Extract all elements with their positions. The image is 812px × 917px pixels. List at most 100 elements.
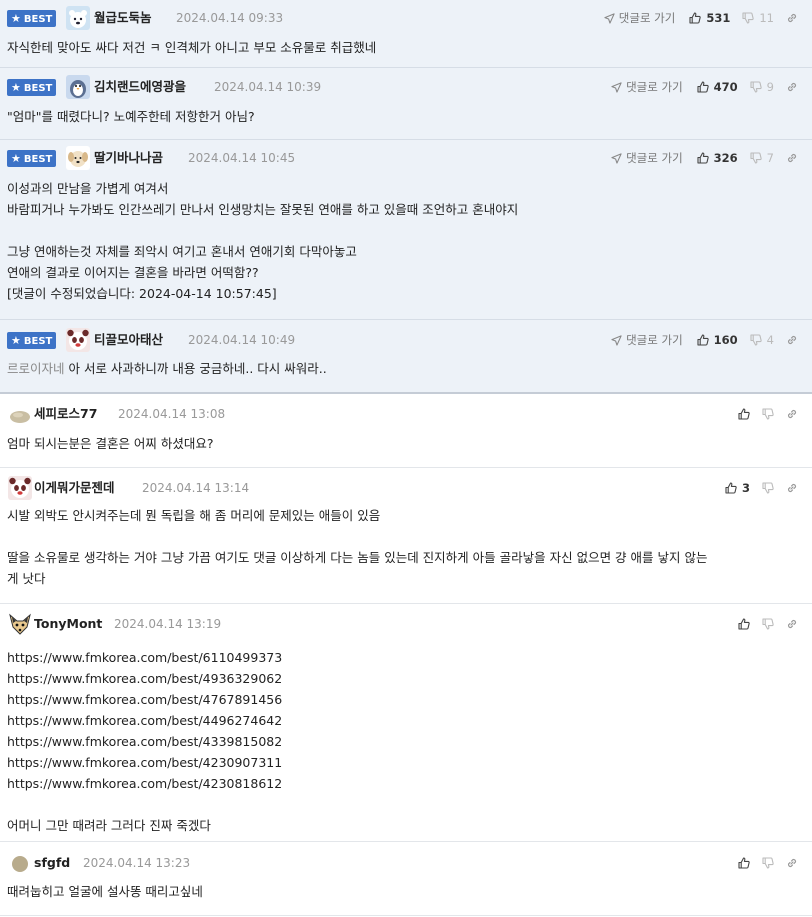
avatar[interactable] bbox=[8, 402, 32, 426]
url-link[interactable]: https://www.fmkorea.com/best/6110499373 bbox=[7, 650, 282, 665]
comment-line: "엄마"를 때렸다니? 노예주한테 저항한거 아님? bbox=[7, 106, 812, 127]
avatar[interactable] bbox=[66, 75, 90, 99]
url-link[interactable]: https://www.fmkorea.com/best/4767891456 bbox=[7, 692, 282, 707]
copy-link-button[interactable] bbox=[786, 482, 798, 494]
author-nickname[interactable]: 딸기바나나곰 bbox=[94, 148, 163, 168]
downvote-button[interactable] bbox=[762, 482, 774, 494]
copy-link-button[interactable] bbox=[786, 12, 798, 24]
avatar[interactable] bbox=[66, 6, 90, 30]
copy-link-button[interactable] bbox=[786, 618, 798, 630]
comment-text: 이성과의 만남을 가볍게 여겨서 bbox=[7, 181, 169, 196]
thumbs-up-icon bbox=[697, 152, 709, 164]
upvote-button[interactable]: 326 bbox=[697, 148, 738, 168]
comment-line bbox=[7, 220, 812, 241]
downvote-button[interactable]: 4 bbox=[750, 330, 774, 350]
url-link[interactable]: https://www.fmkorea.com/best/4936329062 bbox=[7, 671, 282, 686]
comment-header: TonyMont 2024.04.14 13:19 bbox=[0, 612, 812, 636]
comment-text: 어머니 그만 때려라 그러다 진짜 죽겠다 bbox=[7, 818, 211, 833]
comment-actions: 댓글로 가기 160 4 bbox=[611, 330, 798, 350]
copy-link-button[interactable] bbox=[786, 152, 798, 164]
best-label: BEST bbox=[23, 154, 53, 165]
author-nickname[interactable]: 이게뭐가문젠데 bbox=[34, 478, 115, 498]
author-nickname[interactable]: sfgfd bbox=[34, 853, 70, 873]
avatar[interactable] bbox=[8, 851, 32, 875]
url-link[interactable]: https://www.fmkorea.com/best/4230818612 bbox=[7, 776, 282, 791]
comment-line: 자식한테 맞아도 싸다 저건 ㅋ 인격체가 아니고 부모 소유물로 취급했네 bbox=[7, 37, 812, 58]
upvote-button[interactable]: 160 bbox=[697, 330, 738, 350]
comment-line: 르로이자네 아 서로 사과하니까 내용 궁금하네.. 다시 싸워라.. bbox=[7, 358, 812, 379]
upvote-button[interactable] bbox=[738, 857, 750, 869]
comment-line: https://www.fmkorea.com/best/4230907311 bbox=[7, 752, 812, 773]
thumbs-up-icon bbox=[697, 334, 709, 346]
upvote-button[interactable] bbox=[738, 408, 750, 420]
downvote-button[interactable]: 9 bbox=[750, 77, 774, 97]
comment-text: 그냥 연애하는것 자체를 죄악시 여기고 혼내서 연애기회 다막아놓고 bbox=[7, 244, 357, 259]
comment-body: "엄마"를 때렸다니? 노예주한테 저항한거 아님? bbox=[0, 106, 812, 127]
downvote-button[interactable] bbox=[762, 408, 774, 420]
downvote-button[interactable]: 7 bbox=[750, 148, 774, 168]
url-link[interactable]: https://www.fmkorea.com/best/4339815082 bbox=[7, 734, 282, 749]
comment-line: [댓글이 수정되었습니다: 2024-04-14 10:57:45] bbox=[7, 283, 812, 304]
comment-header: 이게뭐가문젠데 2024.04.14 13:14 3 bbox=[0, 476, 812, 500]
thumbs-down-icon bbox=[762, 408, 774, 420]
downvote-count: 9 bbox=[766, 80, 774, 94]
comment-header: ★ BEST 딸기바나나곰 2024.04.14 10:45 댓글로 가기 326 7 bbox=[0, 146, 812, 170]
comment-date: 2024.04.14 13:14 bbox=[142, 481, 250, 495]
link-icon bbox=[786, 408, 798, 420]
comment-line: 어머니 그만 때려라 그러다 진짜 죽겠다 bbox=[7, 815, 812, 836]
comment-text: 자식한테 맞아도 싸다 저건 ㅋ 인격체가 아니고 부모 소유물로 취급했네 bbox=[7, 40, 377, 55]
thumbs-up-icon bbox=[738, 408, 750, 420]
downvote-button[interactable]: 11 bbox=[742, 8, 774, 28]
mention-link[interactable]: 르로이자네 bbox=[7, 361, 65, 376]
avatar[interactable] bbox=[8, 612, 32, 636]
comment-text: 딸을 소유물로 생각하는 거야 그냥 가끔 여기도 댓글 이상하게 다는 놈들 … bbox=[7, 550, 708, 565]
go-to-comment-link[interactable]: 댓글로 가기 bbox=[611, 148, 683, 168]
thumbs-down-icon bbox=[762, 618, 774, 630]
upvote-button[interactable] bbox=[738, 618, 750, 630]
url-link[interactable]: https://www.fmkorea.com/best/4496274642 bbox=[7, 713, 282, 728]
upvote-count: 531 bbox=[706, 11, 731, 25]
send-icon bbox=[611, 334, 626, 346]
comment-line: https://www.fmkorea.com/best/4767891456 bbox=[7, 689, 812, 710]
comment-line bbox=[7, 526, 812, 547]
thumbs-up-icon bbox=[725, 482, 737, 494]
comment-line: 때려눕히고 얼굴에 설사똥 때리고싶네 bbox=[7, 881, 812, 902]
comment-line: 그냥 연애하는것 자체를 죄악시 여기고 혼내서 연애기회 다막아놓고 bbox=[7, 241, 812, 262]
go-to-comment-link[interactable]: 댓글로 가기 bbox=[604, 8, 676, 28]
avatar[interactable] bbox=[66, 328, 90, 352]
comment-body: 시발 외박도 안시켜주는데 뭔 독립을 해 좀 머리에 문제있는 애들이 있음 딸… bbox=[0, 505, 812, 589]
avatar[interactable] bbox=[8, 476, 32, 500]
copy-link-button[interactable] bbox=[786, 408, 798, 420]
upvote-button[interactable]: 470 bbox=[697, 77, 738, 97]
comment: 세피로스77 2024.04.14 13:08 엄마 되시는분은 결혼은 어찌 하셨… bbox=[0, 394, 812, 468]
best-badge: ★ BEST bbox=[7, 10, 56, 27]
upvote-button[interactable]: 531 bbox=[689, 8, 730, 28]
copy-link-button[interactable] bbox=[786, 81, 798, 93]
downvote-button[interactable] bbox=[762, 618, 774, 630]
author-nickname[interactable]: 월급도둑놈 bbox=[94, 8, 152, 28]
comment-date: 2024.04.14 10:45 bbox=[188, 151, 296, 165]
go-to-comment-link[interactable]: 댓글로 가기 bbox=[611, 330, 683, 350]
avatar[interactable] bbox=[66, 146, 90, 170]
downvote-button[interactable] bbox=[762, 857, 774, 869]
comment-date: 2024.04.14 09:33 bbox=[176, 11, 284, 25]
comment-line: 바람피거나 누가봐도 인간쓰레기 만나서 인생망치는 잘못된 연애를 하고 있을… bbox=[7, 199, 812, 220]
thumbs-up-icon bbox=[689, 12, 702, 24]
link-icon bbox=[786, 334, 798, 346]
upvote-button[interactable]: 3 bbox=[725, 478, 750, 498]
best-comment: ★ BEST 김치랜드에영광을 2024.04.14 10:39 댓글로 가기 470 9 "… bbox=[0, 68, 812, 140]
author-nickname[interactable]: 세피로스77 bbox=[34, 404, 97, 424]
url-link[interactable]: https://www.fmkorea.com/best/4230907311 bbox=[7, 755, 282, 770]
comment-line: https://www.fmkorea.com/best/4496274642 bbox=[7, 710, 812, 731]
author-nickname[interactable]: 티끌모아태산 bbox=[94, 330, 163, 350]
copy-link-button[interactable] bbox=[786, 334, 798, 346]
go-to-comment-link[interactable]: 댓글로 가기 bbox=[611, 77, 683, 97]
send-icon bbox=[604, 12, 619, 24]
comment-line: https://www.fmkorea.com/best/4230818612 bbox=[7, 773, 812, 794]
copy-link-button[interactable] bbox=[786, 857, 798, 869]
author-nickname[interactable]: TonyMont bbox=[34, 614, 102, 634]
go-to-comment-label: 댓글로 가기 bbox=[618, 11, 676, 25]
author-nickname[interactable]: 김치랜드에영광을 bbox=[94, 77, 186, 97]
comment-body: 르로이자네 아 서로 사과하니까 내용 궁금하네.. 다시 싸워라.. bbox=[0, 358, 812, 379]
comment-actions: 3 bbox=[725, 478, 798, 498]
